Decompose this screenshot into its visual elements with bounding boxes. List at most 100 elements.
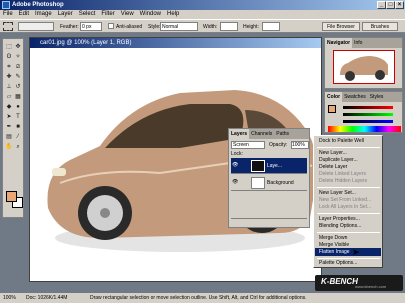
lock-label: Lock: [231,151,243,157]
tab-styles[interactable]: Styles [368,92,386,102]
layer-row[interactable]: 👁 Background [231,175,307,191]
color-tabs: Color Swatches Styles [325,92,402,102]
tab-navigator[interactable]: Navigator [325,38,353,48]
layer-thumbnail [251,160,265,172]
hand-icon[interactable]: ✋ [5,143,13,151]
gradient-icon[interactable]: ▦ [14,93,22,101]
navigator-panel: Navigator Info [324,37,403,89]
anti-aliased-label: Anti-aliased [116,24,143,30]
menu-item-flatten-image[interactable]: Flatten Image [319,249,350,256]
menu-edit[interactable]: Edit [16,10,32,19]
layer-row[interactable]: 👁 Laye... [231,158,307,174]
pen-icon[interactable]: ✒ [5,123,13,131]
tab-info[interactable]: Info [352,38,364,48]
menu-layer[interactable]: Layer [55,10,76,19]
eye-icon[interactable]: 👁 [232,162,239,169]
menu-item-new-layer[interactable]: New Layer... [319,150,347,157]
magic-wand-icon[interactable]: ✧ [14,53,22,61]
healing-icon[interactable]: ✚ [5,73,13,81]
tab-swatches[interactable]: Swatches [342,92,368,102]
menu-image[interactable]: Image [32,10,55,19]
menu-item-merge-down[interactable]: Merge Down [319,235,347,242]
menu-select[interactable]: Select [76,10,99,19]
height-label: Height: [243,24,259,30]
height-input[interactable] [262,22,280,31]
crop-icon[interactable]: ⌗ [5,63,13,71]
menu-item-layer-properties[interactable]: Layer Properties... [319,216,360,223]
menu-help[interactable]: Help [164,10,182,19]
layers-footer-buttons[interactable] [231,218,307,226]
menu-view[interactable]: View [118,10,137,19]
tab-paths[interactable]: Paths [274,129,291,139]
menu-item-delete-linked-layers[interactable]: Delete Linked Layers [319,171,366,178]
menu-item-lock-all-layers-in-set[interactable]: Lock All Layers In Set... [319,204,371,211]
app-titlebar: Adobe Photoshop _ □ × [0,0,405,10]
color-ramp[interactable] [328,126,401,132]
lasso-icon[interactable]: ʘ [5,53,13,61]
menu-item-delete-layer[interactable]: Delete Layer [319,164,347,171]
brush-icon[interactable]: ✎ [14,73,22,81]
document-title: car01.jpg @ 100% (Layer 1, RGB) [40,40,132,46]
doc-size: Doc: 1026K/1.44M [26,295,68,301]
foreground-color-swatch[interactable] [6,191,17,202]
layers-tabs: Layers Channels Paths [229,129,309,139]
menu-item-palette-options[interactable]: Palette Options... [319,260,357,267]
menu-bar: File Edit Image Layer Select Filter View Window… [0,10,405,19]
green-slider[interactable] [343,113,393,116]
tab-channels[interactable]: Channels [249,129,274,139]
red-slider[interactable] [343,106,393,109]
menu-item-new-layer-set[interactable]: New Layer Set... [319,190,356,197]
menu-item-duplicate-layer[interactable]: Duplicate Layer... [319,157,358,164]
document-titlebar: car01.jpg @ 100% (Layer 1, RGB) [30,38,321,48]
file-browser-tab[interactable]: File Browser [322,22,360,31]
history-brush-icon[interactable]: ↺ [14,83,22,91]
menu-item-dock-to-palette-well[interactable]: Dock to Palette Well [319,138,364,145]
watermark-logo: K-BENCH [321,277,358,286]
blur-icon[interactable]: ◆ [5,103,13,111]
marquee-tool-icon[interactable] [3,22,13,31]
width-input[interactable] [220,22,238,31]
feather-input[interactable]: 0 px [80,22,102,31]
path-select-icon[interactable]: ➤ [5,113,13,121]
eraser-icon[interactable]: ▱ [5,93,13,101]
type-icon[interactable]: T [14,113,22,121]
zoom-icon[interactable]: ⌕ [14,143,22,151]
anti-aliased-checkbox[interactable] [108,23,114,29]
zoom-level: 100% [3,295,16,301]
selection-mode-buttons[interactable] [18,22,54,31]
blue-slider[interactable] [343,120,393,123]
close-button[interactable]: × [395,1,404,9]
menu-filter[interactable]: Filter [98,10,117,19]
layers-palette-menu: Dock to Palette Well New Layer... Duplic… [313,135,383,268]
menu-window[interactable]: Window [137,10,164,19]
eye-icon[interactable]: 👁 [232,179,239,186]
tab-layers[interactable]: Layers [229,129,250,139]
eyedropper-icon[interactable]: ⁄ [14,133,22,141]
menu-item-blending-options[interactable]: Blending Options... [319,223,361,230]
opacity-input[interactable]: 100% [291,141,309,149]
menu-item-delete-hidden-layers[interactable]: Delete Hidden Layers [319,178,367,185]
maximize-button[interactable]: □ [386,1,395,9]
layer-name: Laye... [267,163,283,169]
brushes-tab[interactable]: Brushes [362,22,398,31]
navigator-thumbnail [340,56,388,81]
menu-item-new-set-from-linked[interactable]: New Set From Linked... [319,197,371,204]
color-fg-swatch[interactable] [328,105,336,113]
blend-mode-select[interactable]: Screen [231,141,265,149]
move-icon[interactable]: ✥ [14,43,22,51]
opacity-label: Opacity: [269,142,288,148]
layer-name: Background [267,180,294,186]
dodge-icon[interactable]: ● [14,103,22,111]
menu-file[interactable]: File [0,10,16,19]
stamp-icon[interactable]: ⊥ [5,83,13,91]
shape-icon[interactable]: ■ [14,123,22,131]
style-select[interactable]: Normal [160,22,198,31]
notes-icon[interactable]: ▤ [5,133,13,141]
navigator-preview[interactable] [333,50,395,84]
toolbox: ⬚ ✥ ʘ ✧ ⌗ ⧄ ✚ ✎ ⊥ ↺ ▱ ▦ ◆ ● ➤ T ✒ ■ ▤ ⁄ … [2,38,24,218]
style-label: Style: [148,24,161,30]
tab-color[interactable]: Color [325,92,343,102]
marquee-icon[interactable]: ⬚ [5,43,13,51]
slice-icon[interactable]: ⧄ [14,63,22,71]
minimize-button[interactable]: _ [377,1,386,9]
